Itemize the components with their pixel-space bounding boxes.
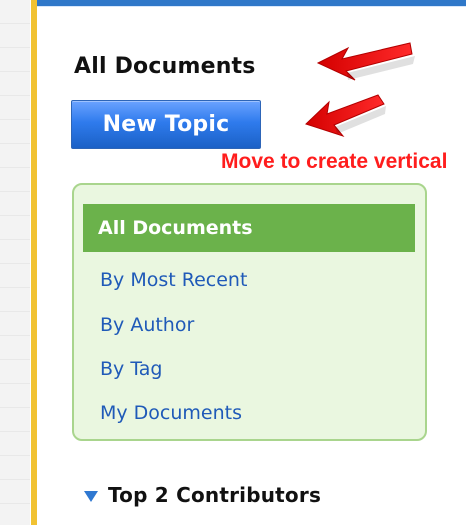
arrow-to-page-title (316, 42, 415, 81)
left-pane (0, 0, 30, 525)
annotation-text-line-1: Move to create vertical (221, 150, 448, 173)
filter-item-by-author[interactable]: By Author (100, 314, 194, 336)
top-contributors-title: Top 2 Contributors (108, 483, 322, 507)
top-contributors-section-header[interactable]: Top 2 Contributors (84, 483, 321, 507)
chevron-down-icon (84, 490, 98, 502)
left-pane-grid (0, 0, 30, 525)
arrow-to-new-topic-button (305, 94, 386, 138)
page-title: All Documents (74, 54, 256, 79)
filter-item-all-documents[interactable]: All Documents (83, 204, 415, 252)
top-accent-border-highlight (37, 6, 466, 7)
filter-item-by-tag[interactable]: By Tag (100, 358, 162, 380)
filter-item-my-documents[interactable]: My Documents (100, 402, 242, 424)
new-topic-button[interactable]: New Topic (71, 100, 261, 149)
document-filter-panel: All Documents By Most Recent By Author B… (72, 183, 427, 441)
filter-item-by-most-recent[interactable]: By Most Recent (100, 269, 247, 291)
sidebar-divider (31, 0, 37, 525)
